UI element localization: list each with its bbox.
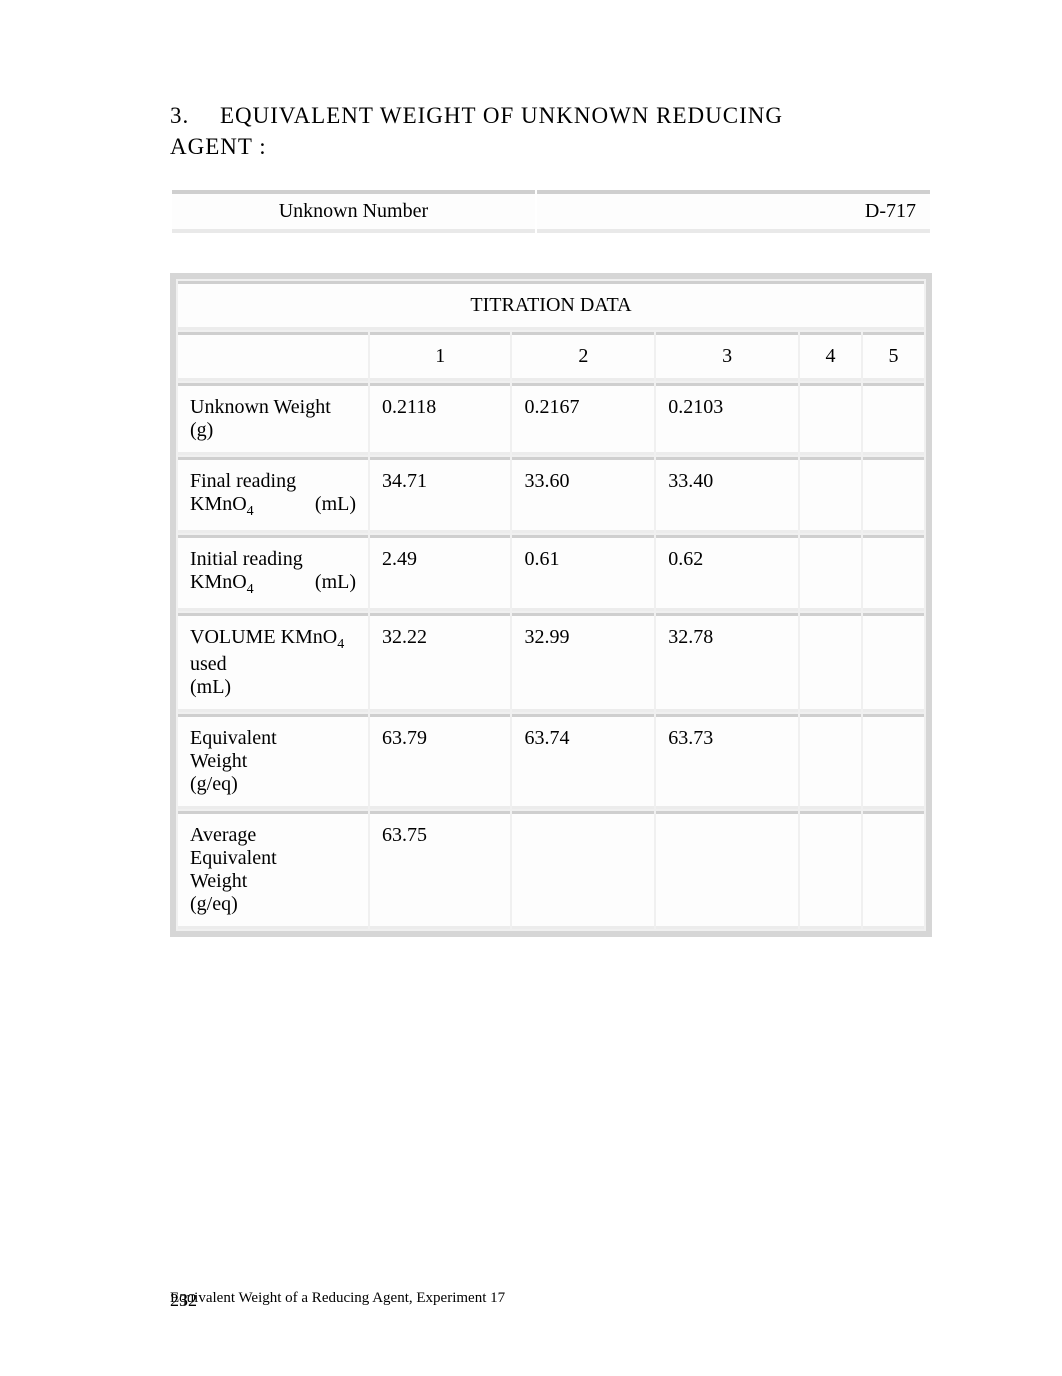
row-label: Equivalent Weight (g/eq) — [178, 714, 368, 809]
heading-number: 3. — [170, 100, 220, 131]
row-label: Initial reading KMnO4 (mL) — [178, 535, 368, 611]
data-cell: 63.74 — [512, 714, 654, 809]
data-cell — [800, 457, 861, 533]
unknown-number-value: D-717 — [537, 190, 930, 233]
data-cell — [800, 613, 861, 712]
row-label-line: (mL) — [315, 493, 356, 520]
section-heading: 3.EQUIVALENT WEIGHT OF UNKNOWN REDUCING … — [170, 100, 932, 162]
row-label-line: Equivalent — [190, 847, 356, 870]
data-cell — [863, 714, 924, 809]
row-label-smallcaps: OLUME — [204, 626, 275, 648]
unknown-number-table: Unknown Number D-717 — [170, 190, 932, 233]
page: 3.EQUIVALENT WEIGHT OF UNKNOWN REDUCING … — [0, 0, 1062, 1376]
row-label-line: V — [190, 626, 204, 648]
row-label-line: Final reading — [190, 470, 356, 493]
titration-title: TITRATION DATA — [178, 281, 924, 330]
table-row: Unknown Weight (g) 0.2118 0.2167 0.2103 — [178, 383, 924, 455]
table-row: 1 2 3 4 5 — [178, 332, 924, 381]
column-header: 4 — [800, 332, 861, 381]
footer-text: Equivalent Weight of a Reducing Agent, E… — [170, 1290, 505, 1306]
row-label-line: Initial reading — [190, 548, 356, 571]
row-label-line: used — [190, 653, 356, 676]
row-label-sub: 4 — [337, 637, 344, 652]
row-label-sub: 4 — [247, 582, 254, 597]
table-row: Final reading KMnO4 (mL) 34.71 33.60 33.… — [178, 457, 924, 533]
data-cell: 32.99 — [512, 613, 654, 712]
table-row: Average Equivalent Weight (g/eq) 63.75 — [178, 811, 924, 929]
column-header: 1 — [370, 332, 510, 381]
data-cell — [863, 613, 924, 712]
row-label-line: Equivalent — [190, 727, 356, 750]
page-footer: Equivalent Weight of a Reducing Agent, E… — [170, 1291, 505, 1306]
data-cell — [863, 535, 924, 611]
table-row: Equivalent Weight (g/eq) 63.79 63.74 63.… — [178, 714, 924, 809]
row-label-sub: 4 — [247, 504, 254, 519]
data-cell: 0.61 — [512, 535, 654, 611]
table-row: Initial reading KMnO4 (mL) 2.49 0.61 0.6… — [178, 535, 924, 611]
data-cell: 0.62 — [656, 535, 798, 611]
row-label-line: (g) — [190, 419, 356, 442]
data-cell: 0.2103 — [656, 383, 798, 455]
column-header: 5 — [863, 332, 924, 381]
titration-table-wrap: TITRATION DATA 1 2 3 4 5 Unknown Weight … — [170, 273, 932, 937]
heading-line-1: EQUIVALENT WEIGHT OF UNKNOWN REDUCING — [220, 103, 783, 128]
data-cell — [800, 811, 861, 929]
page-number: 232 — [170, 1291, 197, 1309]
data-cell: 63.75 — [370, 811, 510, 929]
row-label-line: (mL) — [190, 676, 356, 699]
heading-line-2: AGENT : — [170, 134, 267, 159]
data-cell: 32.22 — [370, 613, 510, 712]
row-label-line: KMnO — [190, 493, 247, 515]
table-row: VOLUME KMnO4 used (mL) 32.22 32.99 32.78 — [178, 613, 924, 712]
row-label-line: Weight — [190, 750, 356, 773]
row-label-line: KMnO — [276, 626, 338, 648]
data-cell — [800, 714, 861, 809]
data-cell: 0.2118 — [370, 383, 510, 455]
column-header: 2 — [512, 332, 654, 381]
row-label: Average Equivalent Weight (g/eq) — [178, 811, 368, 929]
row-label-line: Weight — [190, 870, 356, 893]
row-label: Unknown Weight (g) — [178, 383, 368, 455]
data-cell: 63.79 — [370, 714, 510, 809]
unknown-number-label: Unknown Number — [172, 190, 535, 233]
row-label: VOLUME KMnO4 used (mL) — [178, 613, 368, 712]
column-header: 3 — [656, 332, 798, 381]
data-cell: 33.40 — [656, 457, 798, 533]
row-label-line: (mL) — [315, 571, 356, 598]
data-cell: 33.60 — [512, 457, 654, 533]
data-cell — [800, 535, 861, 611]
data-cell — [863, 457, 924, 533]
table-row: TITRATION DATA — [178, 281, 924, 330]
row-label-line: Unknown Weight — [190, 396, 356, 419]
data-cell — [656, 811, 798, 929]
column-header-blank — [178, 332, 368, 381]
titration-table: TITRATION DATA 1 2 3 4 5 Unknown Weight … — [176, 279, 926, 931]
data-cell — [800, 383, 861, 455]
data-cell: 63.73 — [656, 714, 798, 809]
row-label-line: Average — [190, 824, 356, 847]
row-label-line: (g/eq) — [190, 773, 356, 796]
data-cell — [863, 811, 924, 929]
data-cell: 32.78 — [656, 613, 798, 712]
row-label: Final reading KMnO4 (mL) — [178, 457, 368, 533]
data-cell: 34.71 — [370, 457, 510, 533]
data-cell — [863, 383, 924, 455]
row-label-line: (g/eq) — [190, 893, 356, 916]
data-cell — [512, 811, 654, 929]
table-row: Unknown Number D-717 — [172, 190, 930, 233]
data-cell: 0.2167 — [512, 383, 654, 455]
row-label-line: KMnO — [190, 571, 247, 593]
data-cell: 2.49 — [370, 535, 510, 611]
